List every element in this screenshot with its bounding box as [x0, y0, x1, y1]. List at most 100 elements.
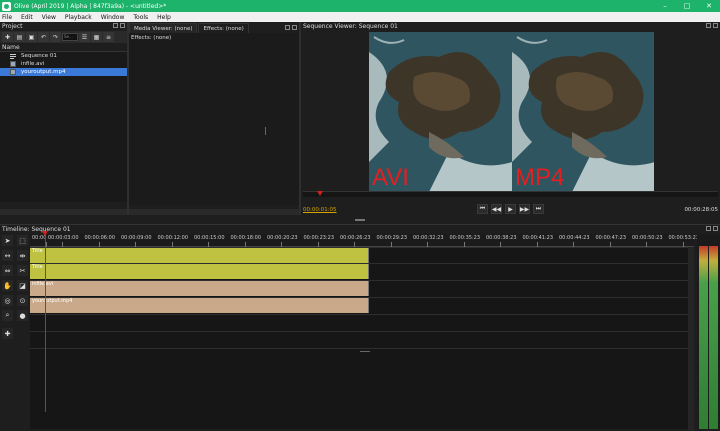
effects-tabs: Media Viewer: (none) Effects: (none)	[129, 22, 299, 33]
float-icon[interactable]	[706, 226, 711, 231]
menu-help[interactable]: Help	[157, 14, 171, 21]
icon-view-icon[interactable]: ▦	[91, 32, 102, 42]
go-to-end-button[interactable]: ⏭	[533, 204, 544, 214]
close-panel-icon[interactable]	[120, 23, 125, 28]
audio-tool-icon[interactable]: ◎	[2, 295, 13, 306]
project-title-label: Project	[2, 23, 23, 30]
undo-icon[interactable]: ↶	[38, 32, 49, 42]
menu-window[interactable]: Window	[101, 14, 125, 21]
olive-app-icon	[2, 1, 11, 11]
audio-clip[interactable]: youroutput.mp4	[30, 298, 369, 313]
timeline-ruler[interactable]: 00:00 00:00:03:00 00:00:06:00 00:00:09:00 00…	[30, 234, 699, 247]
zoom-tool-icon[interactable]: ⌕	[2, 310, 13, 321]
ruler-tick-label: 00:00:44:23	[559, 235, 590, 241]
ruler-tick-label: 00:00:26:23	[340, 235, 371, 241]
rewind-button[interactable]: ◀◀	[491, 204, 502, 214]
tree-view-icon[interactable]: ☰	[79, 32, 90, 42]
effects-body: Effects: (none)	[129, 33, 299, 205]
ruler-tick-label: 00:00:09:00	[121, 235, 152, 241]
ruler-tick-label: 00:00:20:23	[267, 235, 298, 241]
ripple-tool-icon[interactable]: ⇹	[17, 250, 28, 261]
close-panel-icon[interactable]	[713, 226, 718, 231]
viewer-scrubber[interactable]	[303, 191, 718, 197]
project-item-sequence[interactable]: Sequence 01	[0, 52, 127, 60]
float-icon[interactable]	[113, 23, 118, 28]
rolling-tool-icon[interactable]: ⇔	[2, 265, 13, 276]
menu-tools[interactable]: Tools	[133, 14, 148, 21]
project-item-label: Sequence 01	[21, 53, 57, 59]
project-panel: Project ✚ ▤ ▣ ↶ ↷ Se... ☰ ▦ ≡ Name Seque…	[0, 22, 127, 215]
menu-bar: File Edit View Playback Window Tools Hel…	[0, 12, 720, 22]
transport-controls: ⏮ ◀◀ ▶ ▶▶ ⏭	[477, 204, 544, 214]
video-preview[interactable]: AVI MP4	[369, 32, 654, 192]
pointer-tool-icon[interactable]: ➤	[2, 235, 13, 246]
snap-tool-icon[interactable]: ⊙	[17, 295, 28, 306]
menu-edit[interactable]: Edit	[21, 14, 33, 21]
project-toolbar: ✚ ▤ ▣ ↶ ↷ Se... ☰ ▦ ≡	[0, 31, 127, 43]
add-track-icon[interactable]: ✚	[2, 328, 13, 339]
fast-forward-button[interactable]: ▶▶	[519, 204, 530, 214]
project-search-input[interactable]: Se...	[62, 33, 78, 41]
timeline-title-label: Timeline: Sequence 01	[2, 226, 71, 233]
audio-clip[interactable]: infile.avi	[30, 281, 369, 296]
new-item-button[interactable]: ✚	[2, 32, 13, 42]
menu-view[interactable]: View	[42, 14, 56, 21]
effects-splitter-handle[interactable]	[265, 127, 266, 135]
record-icon[interactable]: ●	[17, 310, 28, 321]
audio-meter-left-channel	[699, 246, 708, 429]
project-panel-title: Project	[0, 22, 127, 31]
ruler-tick-label: 00:00:41:23	[522, 235, 554, 241]
project-item-infile[interactable]: infile.avi	[0, 60, 127, 68]
viewer-panel-title: Sequence Viewer: Sequence 01	[301, 22, 720, 31]
horizontal-splitter-handle[interactable]	[355, 219, 365, 221]
ruler-tick-label: 00:00:38:23	[486, 235, 517, 241]
mp4-overlay-label: MP4	[515, 164, 565, 191]
close-button[interactable]: ✕	[698, 0, 720, 12]
go-to-start-button[interactable]: ⏮	[477, 204, 488, 214]
project-column-header[interactable]: Name	[0, 43, 127, 52]
effects-label: Effects: (none)	[131, 35, 172, 41]
clip-label: Title	[32, 248, 43, 254]
video-clip[interactable]: Title	[30, 264, 369, 279]
close-panel-icon[interactable]	[292, 25, 297, 30]
hand-tool-icon[interactable]: ✋	[2, 280, 13, 291]
maximize-button[interactable]: □	[676, 0, 698, 12]
timeline-vertical-scrollbar[interactable]	[688, 247, 694, 431]
clip-label: Title	[32, 264, 43, 270]
viewer-playhead[interactable]	[317, 191, 323, 196]
audio-meter-right-channel	[709, 246, 718, 429]
edit-tool-icon[interactable]: ↔	[2, 250, 13, 261]
float-icon[interactable]	[285, 25, 290, 30]
avi-frame: AVI	[369, 32, 512, 192]
close-panel-icon[interactable]	[713, 23, 718, 28]
save-icon[interactable]: ▣	[26, 32, 37, 42]
razor-tool-icon[interactable]: ✂	[17, 265, 28, 276]
tab-effects[interactable]: Effects: (none)	[198, 23, 249, 33]
mp4-frame: MP4	[512, 32, 654, 192]
tab-media-viewer[interactable]: Media Viewer: (none)	[129, 23, 198, 33]
minimize-button[interactable]: –	[654, 0, 676, 12]
video-clip[interactable]: Title	[30, 248, 369, 263]
select-tool-icon[interactable]: ⬚	[17, 235, 28, 246]
redo-icon[interactable]: ↷	[50, 32, 61, 42]
project-horizontal-scrollbar[interactable]	[0, 209, 127, 215]
audio-meter	[697, 234, 720, 429]
menu-playback[interactable]: Playback	[65, 14, 92, 21]
play-button[interactable]: ▶	[505, 204, 516, 214]
transition-tool-icon[interactable]: ◪	[17, 280, 28, 291]
project-item-youroutput[interactable]: youroutput.mp4	[0, 68, 127, 76]
timeline-panel-title: Timeline: Sequence 01	[0, 225, 720, 234]
open-file-icon[interactable]: ▤	[14, 32, 25, 42]
float-icon[interactable]	[706, 23, 711, 28]
effects-panel: Media Viewer: (none) Effects: (none) Eff…	[129, 22, 299, 215]
menu-file[interactable]: File	[2, 14, 12, 21]
current-timecode[interactable]: 00:00:01:05	[303, 207, 337, 213]
timeline-tracks[interactable]: Title Title infile.avi youroutput.mp4	[30, 247, 688, 429]
ruler-tick-label: 00:00:15:00	[194, 235, 225, 241]
ruler-tick-label: 00:00:06:00	[84, 235, 116, 241]
list-view-icon[interactable]: ≡	[103, 32, 114, 42]
track-splitter-handle[interactable]	[360, 351, 370, 352]
ruler-tick-label: 00:00:03:00	[48, 235, 79, 241]
timeline-tools: ➤ ⬚ ↔ ⇹ ⇔ ✂ ✋ ◪ ◎ ⊙ ⌕ ● ✚	[0, 234, 30, 429]
effects-horizontal-scrollbar[interactable]	[129, 209, 299, 215]
